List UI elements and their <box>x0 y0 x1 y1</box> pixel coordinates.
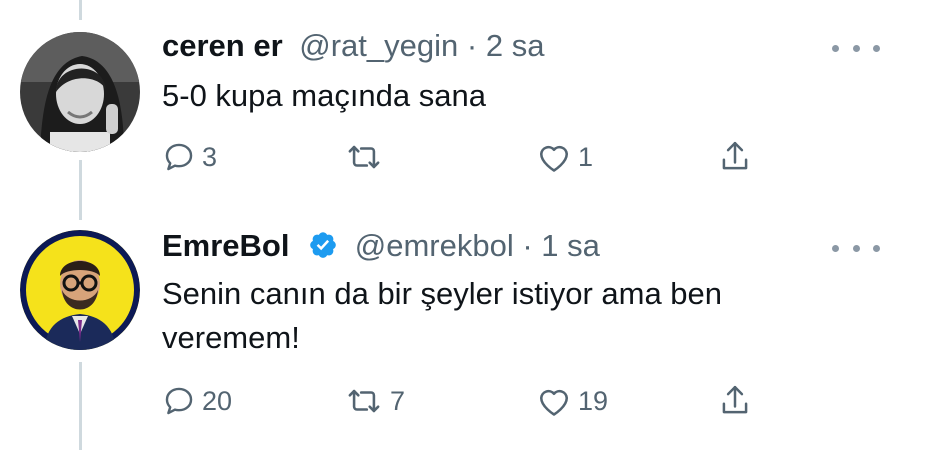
tweet-time[interactable]: 1 sa <box>541 228 600 263</box>
tweet-1[interactable]: ceren er @rat_yegin · 2 sa 5-0 kupa maçı… <box>0 0 942 200</box>
verified-badge-icon <box>308 230 338 268</box>
like-button[interactable]: 1 <box>536 137 593 177</box>
reply-icon <box>162 140 196 174</box>
reply-count: 3 <box>202 141 218 172</box>
tweet-2[interactable]: EmreBol @emrekbol · 1 sa Senin canın da … <box>0 200 942 450</box>
reply-button[interactable]: 3 <box>162 137 217 177</box>
more-icon[interactable] <box>832 36 880 60</box>
tweet-header: ceren er @rat_yegin · 2 sa <box>162 28 544 64</box>
tweet-actions: 20 7 19 <box>162 381 782 421</box>
like-count: 19 <box>578 385 609 416</box>
more-icon[interactable] <box>832 236 880 260</box>
tweet-text: Senin canın da bir şeyler istiyor ama be… <box>162 276 723 355</box>
tweet-time[interactable]: 2 sa <box>486 28 545 63</box>
retweet-button[interactable]: 7 <box>344 381 405 421</box>
like-button[interactable]: 19 <box>536 381 608 421</box>
share-icon <box>718 139 752 175</box>
reply-button[interactable]: 20 <box>162 381 232 421</box>
tweet-actions: 3 1 <box>162 137 782 177</box>
retweet-count: 7 <box>390 385 406 416</box>
retweet-button[interactable] <box>344 137 390 177</box>
retweet-icon <box>344 140 384 174</box>
heart-icon <box>536 140 572 174</box>
separator-dot: · <box>466 28 478 63</box>
avatar[interactable] <box>20 32 140 152</box>
share-icon <box>718 383 752 419</box>
display-name[interactable]: ceren er <box>162 28 283 63</box>
user-handle[interactable]: @rat_yegin <box>299 28 458 63</box>
avatar[interactable] <box>20 230 140 350</box>
share-button[interactable] <box>718 137 752 177</box>
like-count: 1 <box>578 141 594 172</box>
separator-dot: · <box>522 228 533 263</box>
retweet-icon <box>344 384 384 418</box>
share-button[interactable] <box>718 381 752 421</box>
heart-icon <box>536 384 572 418</box>
reply-count: 20 <box>202 385 233 416</box>
display-name[interactable]: EmreBol <box>162 228 289 263</box>
reply-icon <box>162 384 196 418</box>
tweet-text: 5-0 kupa maçında sana <box>162 78 486 113</box>
user-handle[interactable]: @emrekbol <box>355 228 514 263</box>
tweet-header: EmreBol @emrekbol · 1 sa <box>162 228 600 268</box>
